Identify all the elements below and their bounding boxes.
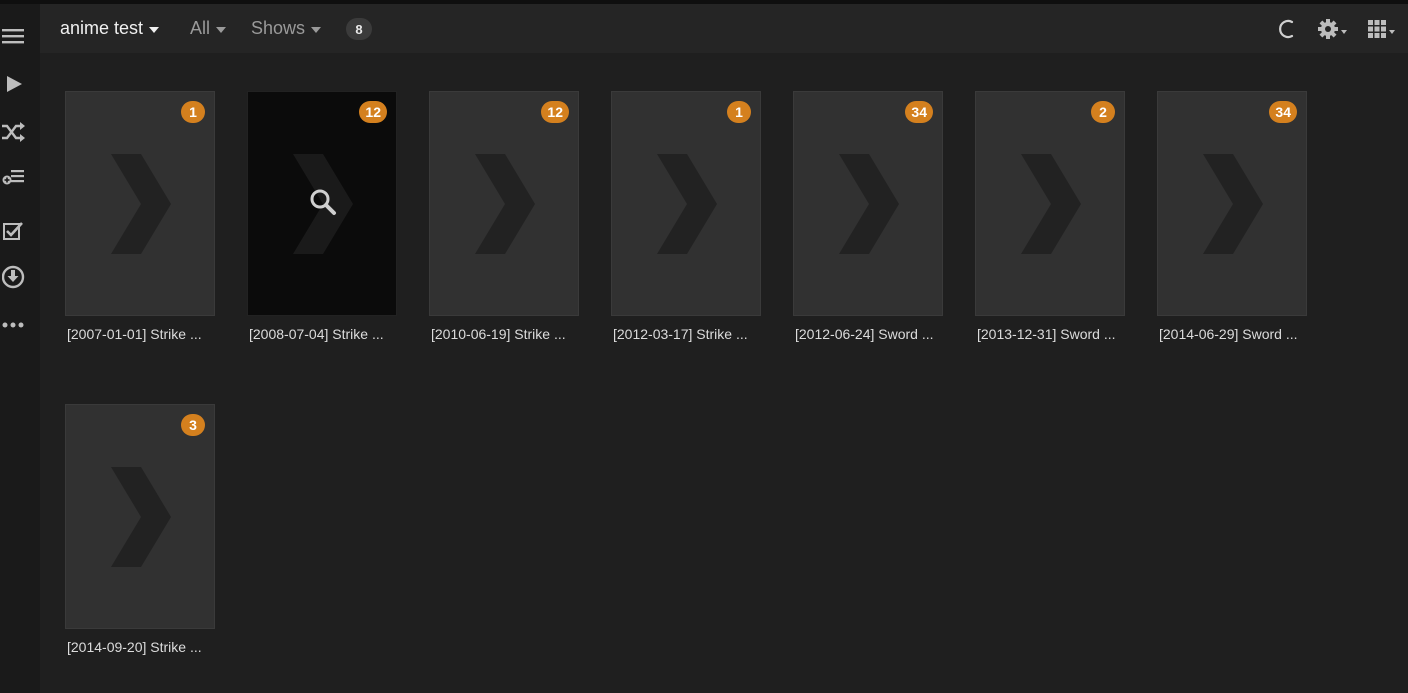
add-to-playlist-icon[interactable] <box>0 163 28 193</box>
view-mode-button[interactable] <box>1368 4 1395 53</box>
chevron-logo-icon <box>111 154 171 254</box>
unwatched-count-badge: 1 <box>181 101 205 123</box>
checklist-icon[interactable] <box>0 216 28 246</box>
play-icon[interactable] <box>0 69 28 99</box>
type-dropdown[interactable]: Shows <box>251 4 322 53</box>
media-title[interactable]: [2012-06-24] Sword ... <box>793 326 943 342</box>
type-label: Shows <box>251 18 306 38</box>
poster-placeholder[interactable]: 2 <box>975 91 1125 316</box>
sidebar <box>0 4 40 693</box>
filter-label: All <box>190 18 211 38</box>
media-card[interactable]: 2 [2013-12-31] Sword ... <box>975 91 1125 342</box>
media-title[interactable]: [2010-06-19] Strike ... <box>429 326 579 342</box>
item-count-badge: 8 <box>346 18 372 40</box>
poster-placeholder[interactable]: 12 <box>429 91 579 316</box>
library-header: anime test All Shows 8 <box>40 4 1408 53</box>
poster-placeholder[interactable]: 34 <box>793 91 943 316</box>
media-card[interactable]: 34 [2014-06-29] Sword ... <box>1157 91 1307 342</box>
chevron-logo-icon <box>1021 154 1081 254</box>
media-card[interactable]: 12 [2010-06-19] Strike ... <box>429 91 579 342</box>
library-selector[interactable]: anime test <box>60 4 160 53</box>
shuffle-icon[interactable] <box>0 117 28 147</box>
menu-icon[interactable] <box>0 21 28 51</box>
unwatched-count-badge: 34 <box>905 101 933 123</box>
unwatched-count-badge: 3 <box>181 414 205 436</box>
media-card[interactable]: 1 [2007-01-01] Strike ... <box>65 91 215 342</box>
chevron-logo-icon <box>839 154 899 254</box>
unwatched-count-badge: 12 <box>359 101 387 123</box>
more-icon[interactable] <box>0 310 28 340</box>
loading-spinner-icon <box>1278 4 1298 53</box>
chevron-down-icon <box>1389 29 1395 34</box>
unwatched-count-badge: 1 <box>727 101 751 123</box>
chevron-down-icon <box>1341 29 1347 34</box>
chevron-logo-icon <box>111 467 171 567</box>
library-name: anime test <box>60 18 144 38</box>
media-title[interactable]: [2014-06-29] Sword ... <box>1157 326 1307 342</box>
chevron-down-icon <box>216 26 227 33</box>
unwatched-count-badge: 12 <box>541 101 569 123</box>
gear-icon <box>1318 18 1338 39</box>
media-card[interactable]: 1 [2012-03-17] Strike ... <box>611 91 761 342</box>
unwatched-count-badge: 34 <box>1269 101 1297 123</box>
poster-placeholder[interactable]: 1 <box>611 91 761 316</box>
grid-icon <box>1368 19 1386 38</box>
chevron-down-icon <box>149 26 160 33</box>
filter-dropdown[interactable]: All <box>190 4 227 53</box>
search-icon[interactable] <box>308 187 338 217</box>
chevron-down-icon <box>311 26 322 33</box>
unwatched-count-badge: 2 <box>1091 101 1115 123</box>
chevron-logo-icon <box>1203 154 1263 254</box>
media-title[interactable]: [2014-09-20] Strike ... <box>65 639 215 655</box>
settings-button[interactable] <box>1318 4 1347 53</box>
media-card[interactable]: 12 [2008-07-04] Strike ... <box>247 91 397 342</box>
download-icon[interactable] <box>0 262 28 292</box>
media-card[interactable]: 3 [2014-09-20] Strike ... <box>65 404 215 655</box>
media-title[interactable]: [2007-01-01] Strike ... <box>65 326 215 342</box>
media-title[interactable]: [2012-03-17] Strike ... <box>611 326 761 342</box>
media-title[interactable]: [2013-12-31] Sword ... <box>975 326 1125 342</box>
poster-placeholder[interactable]: 1 <box>65 91 215 316</box>
poster-placeholder[interactable]: 3 <box>65 404 215 629</box>
poster-placeholder[interactable]: 12 <box>247 91 397 316</box>
poster-placeholder[interactable]: 34 <box>1157 91 1307 316</box>
media-card[interactable]: 34 [2012-06-24] Sword ... <box>793 91 943 342</box>
chevron-logo-icon <box>475 154 535 254</box>
chevron-logo-icon <box>657 154 717 254</box>
media-title[interactable]: [2008-07-04] Strike ... <box>247 326 397 342</box>
